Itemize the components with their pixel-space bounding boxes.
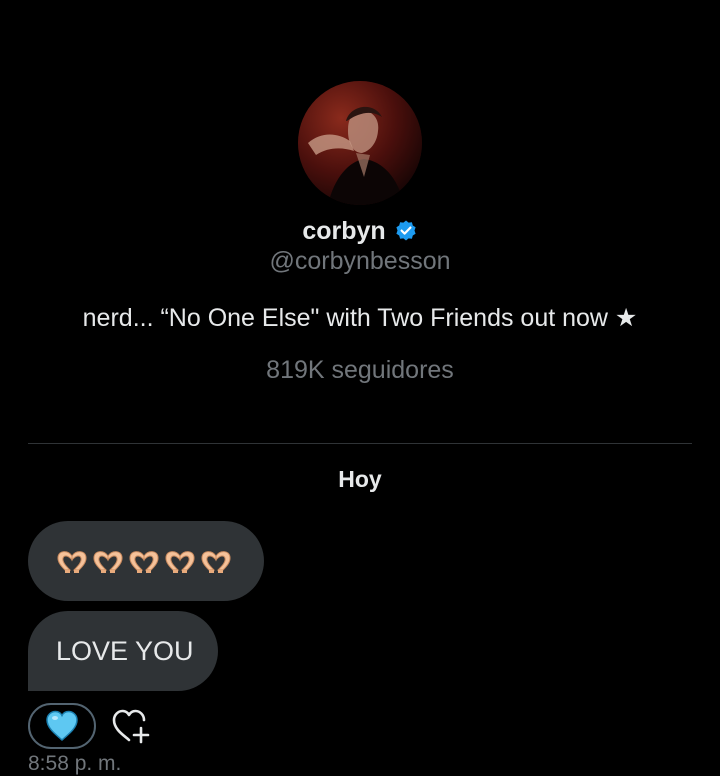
profile-bio: nerd... “No One Else" with Two Friends o… <box>82 304 638 332</box>
profile-display-name[interactable]: corbyn <box>302 217 385 246</box>
message-timestamp: 8:58 p. m. <box>28 752 122 775</box>
followers-count[interactable]: 819K seguidores <box>0 356 720 385</box>
heart-hands-icon <box>57 551 87 573</box>
profile-avatar[interactable] <box>298 81 422 205</box>
message-text: LOVE YOU <box>56 635 194 666</box>
message-bubble-text[interactable]: LOVE YOU <box>28 611 218 691</box>
light-blue-heart-icon <box>46 710 78 742</box>
heart-hands-icon <box>165 551 195 573</box>
heart-hands-row <box>56 548 232 574</box>
divider <box>28 443 692 444</box>
heart-hands-icon <box>93 551 123 573</box>
profile-name-row: corbyn <box>0 212 720 250</box>
heart-hands-icon <box>201 551 231 573</box>
add-reaction-icon[interactable] <box>110 706 152 746</box>
verified-badge-icon <box>396 220 416 241</box>
heart-hands-icon <box>129 551 159 573</box>
date-separator: Hoy <box>338 466 382 492</box>
message-bubble-emoji[interactable] <box>28 521 264 601</box>
profile-handle: @corbynbesson <box>269 247 451 275</box>
reaction-button[interactable] <box>28 703 96 749</box>
